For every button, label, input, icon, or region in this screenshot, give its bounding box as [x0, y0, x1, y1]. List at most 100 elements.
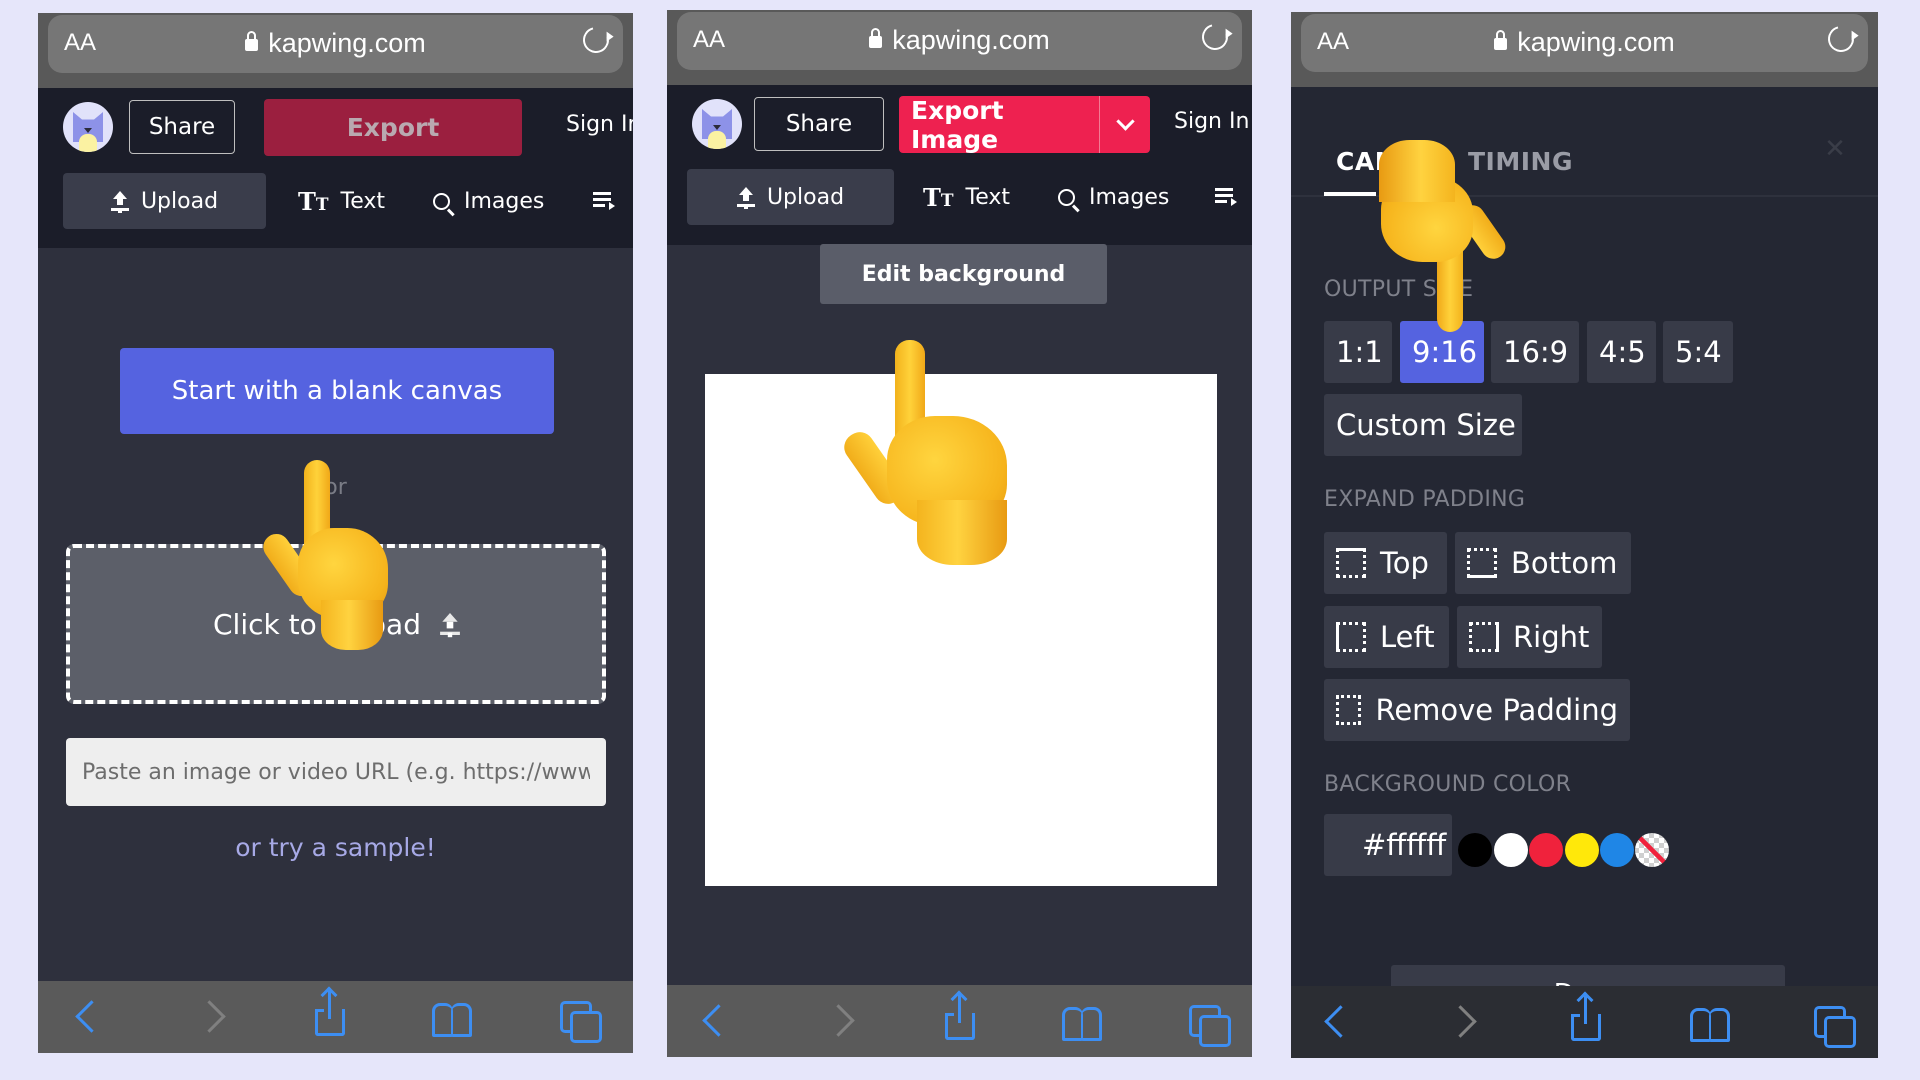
- size-option-1-1[interactable]: 1:1: [1324, 321, 1392, 383]
- swatch-blue[interactable]: [1600, 833, 1634, 867]
- background-color-input[interactable]: #ffffff: [1324, 814, 1452, 876]
- share-button[interactable]: Share: [129, 100, 235, 154]
- size-option-9-16[interactable]: 9:16: [1400, 321, 1484, 383]
- upload-dropzone[interactable]: Click to upload: [66, 544, 606, 704]
- safari-top-bar: AA kapwing.com: [1291, 12, 1878, 87]
- tab-divider: [1291, 195, 1878, 197]
- safari-bottom-bar: [38, 981, 633, 1053]
- chevron-down-icon: [1115, 112, 1135, 131]
- swatch-black[interactable]: [1458, 833, 1492, 867]
- address-bar[interactable]: AA kapwing.com: [48, 15, 623, 73]
- text-icon: TT: [923, 182, 954, 212]
- text-label: Text: [340, 188, 386, 214]
- tabs-icon[interactable]: [560, 1001, 602, 1043]
- output-size-label: OUTPUT SIZE: [1324, 277, 1474, 302]
- phone-screen-start: AA kapwing.com Share Export Sign In Uplo…: [38, 13, 633, 1053]
- swatch-white[interactable]: [1494, 833, 1528, 867]
- bookmarks-icon[interactable]: [432, 1003, 472, 1037]
- tab-timing[interactable]: TIMING: [1468, 147, 1573, 176]
- color-hex-value: #ffffff: [1362, 828, 1447, 862]
- forward-icon[interactable]: [1444, 1005, 1477, 1038]
- pad-left-button[interactable]: Left: [1324, 606, 1449, 668]
- export-options-dropdown[interactable]: [1099, 96, 1150, 153]
- phone-screen-editor: AA kapwing.com Share Export Image Sign I…: [667, 10, 1252, 1057]
- text-label: Text: [965, 184, 1011, 210]
- text-tool[interactable]: TT Text: [923, 169, 1010, 225]
- kapwing-header: Share Export Sign In Upload TT Text Image…: [38, 88, 633, 248]
- remove-padding-button[interactable]: Remove Padding: [1324, 679, 1630, 741]
- size-option-5-4[interactable]: 5:4: [1663, 321, 1733, 383]
- forward-icon[interactable]: [822, 1004, 855, 1037]
- safari-top-bar: AA kapwing.com: [667, 10, 1252, 85]
- edit-background-button[interactable]: Edit background: [820, 244, 1107, 304]
- pad-left-label: Left: [1380, 620, 1435, 654]
- search-icon: [1058, 188, 1075, 206]
- or-separator: or: [324, 475, 347, 500]
- sign-in-link[interactable]: Sign In: [1174, 109, 1249, 134]
- pad-top-icon: [1336, 548, 1366, 578]
- canvas-preview[interactable]: [705, 374, 1217, 886]
- upload-icon: [440, 613, 460, 635]
- avatar[interactable]: [63, 102, 113, 152]
- size-option-4-5[interactable]: 4:5: [1587, 321, 1656, 383]
- url-host: kapwing.com: [268, 28, 426, 58]
- pad-right-label: Right: [1513, 620, 1590, 654]
- safari-top-bar: AA kapwing.com: [38, 13, 633, 88]
- pad-right-icon: [1469, 622, 1499, 652]
- safari-bottom-bar: [1291, 986, 1878, 1058]
- text-icon: TT: [298, 186, 329, 216]
- pad-bottom-icon: [1467, 548, 1497, 578]
- swatch-transparent[interactable]: [1635, 833, 1669, 867]
- upload-icon: [736, 187, 755, 207]
- share-icon[interactable]: [945, 995, 975, 1040]
- active-tab-indicator: [1324, 192, 1376, 196]
- more-tools[interactable]: [593, 173, 615, 229]
- images-tool[interactable]: Images: [433, 173, 544, 229]
- address-bar[interactable]: AA kapwing.com: [1301, 14, 1868, 72]
- more-tools[interactable]: [1215, 169, 1237, 225]
- search-icon: [433, 192, 450, 210]
- try-sample-link[interactable]: or try a sample!: [38, 833, 633, 862]
- address-bar[interactable]: AA kapwing.com: [677, 12, 1242, 70]
- upload-zone-label: Click to upload: [213, 607, 421, 641]
- tabs-icon[interactable]: [1814, 1006, 1856, 1048]
- share-icon[interactable]: [1571, 996, 1601, 1041]
- text-tool[interactable]: TT Text: [298, 173, 385, 229]
- close-icon[interactable]: ✕: [1822, 136, 1848, 162]
- back-icon[interactable]: [702, 1004, 735, 1037]
- back-icon[interactable]: [1324, 1005, 1357, 1038]
- tabs-icon[interactable]: [1189, 1005, 1231, 1047]
- url-host: kapwing.com: [1517, 27, 1675, 57]
- size-option-16-9[interactable]: 16:9: [1491, 321, 1579, 383]
- back-icon[interactable]: [75, 1000, 108, 1033]
- images-tool[interactable]: Images: [1058, 169, 1169, 225]
- upload-tool[interactable]: Upload: [687, 169, 894, 225]
- avatar[interactable]: [692, 99, 742, 149]
- forward-icon[interactable]: [193, 1000, 226, 1033]
- playlist-icon: [1215, 188, 1237, 206]
- share-icon[interactable]: [315, 991, 345, 1036]
- pad-right-button[interactable]: Right: [1457, 606, 1602, 668]
- export-button[interactable]: Export: [264, 99, 522, 156]
- url-input[interactable]: [66, 738, 606, 806]
- upload-icon: [110, 191, 129, 211]
- background-color-label: BACKGROUND COLOR: [1324, 772, 1572, 797]
- upload-label: Upload: [140, 188, 219, 214]
- export-image-button[interactable]: Export Image: [899, 96, 1099, 154]
- tab-canvas[interactable]: CANVAS: [1336, 147, 1453, 176]
- sign-in-link[interactable]: Sign In: [566, 112, 633, 137]
- upload-tool[interactable]: Upload: [63, 173, 266, 229]
- playlist-icon: [593, 192, 615, 210]
- swatch-red[interactable]: [1529, 833, 1563, 867]
- safari-bottom-bar: [667, 985, 1252, 1057]
- pad-bottom-button[interactable]: Bottom: [1455, 532, 1631, 594]
- custom-size-button[interactable]: Custom Size: [1324, 394, 1522, 456]
- swatch-yellow[interactable]: [1565, 833, 1599, 867]
- bookmarks-icon[interactable]: [1062, 1007, 1102, 1041]
- url-host: kapwing.com: [892, 25, 1050, 55]
- pad-top-button[interactable]: Top: [1324, 532, 1447, 594]
- share-button[interactable]: Share: [754, 97, 884, 151]
- pad-left-icon: [1336, 622, 1366, 652]
- blank-canvas-button[interactable]: Start with a blank canvas: [120, 348, 554, 434]
- bookmarks-icon[interactable]: [1690, 1008, 1730, 1042]
